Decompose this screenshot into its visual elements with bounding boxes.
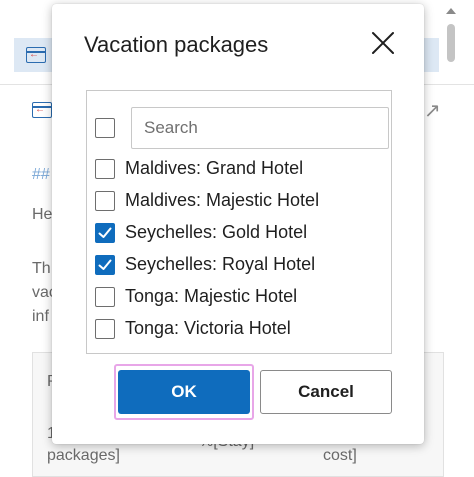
close-icon: [372, 32, 394, 54]
select-all-checkbox[interactable]: [95, 118, 115, 138]
checkmark-icon: [98, 227, 112, 238]
option-label: Tonga: Victoria Hotel: [125, 318, 291, 338]
checkmark-icon: [98, 259, 112, 270]
option-label: Seychelles: Royal Hotel: [125, 254, 316, 274]
option-checkbox[interactable]: [95, 159, 115, 179]
vacation-packages-dialog: Vacation packages Maldives: Grand HotelM…: [52, 4, 424, 444]
option-checkbox[interactable]: [95, 223, 115, 243]
dialog-title: Vacation packages: [84, 32, 269, 57]
option-label: Tonga: Majestic Hotel: [125, 286, 298, 306]
option-item[interactable]: Seychelles: Royal Hotel: [95, 251, 385, 279]
option-item[interactable]: Maldives: Grand Hotel: [95, 155, 385, 183]
cancel-button[interactable]: Cancel: [260, 370, 392, 414]
search-input[interactable]: [131, 107, 389, 149]
options-list: Maldives: Grand Hotel Maldives: Majestic …: [86, 90, 392, 354]
option-checkbox[interactable]: [95, 191, 115, 211]
option-checkbox[interactable]: [95, 287, 115, 307]
ok-button[interactable]: OK: [118, 370, 250, 414]
option-label: Maldives: Majestic Hotel: [125, 190, 320, 210]
close-button[interactable]: [368, 28, 398, 58]
search-row: [95, 107, 389, 149]
option-item[interactable]: Tonga: Victoria Hotel: [95, 315, 385, 343]
option-item[interactable]: Seychelles: Gold Hotel: [95, 219, 385, 247]
option-checkbox[interactable]: [95, 255, 115, 275]
option-item[interactable]: Tonga: Majestic Hotel: [95, 283, 385, 311]
option-label: Maldives: Grand Hotel: [125, 158, 304, 178]
option-label: Seychelles: Gold Hotel: [125, 222, 308, 242]
option-item[interactable]: Maldives: Majestic Hotel: [95, 187, 385, 215]
option-checkbox[interactable]: [95, 319, 115, 339]
modal-overlay: Vacation packages Maldives: Grand HotelM…: [0, 0, 474, 475]
